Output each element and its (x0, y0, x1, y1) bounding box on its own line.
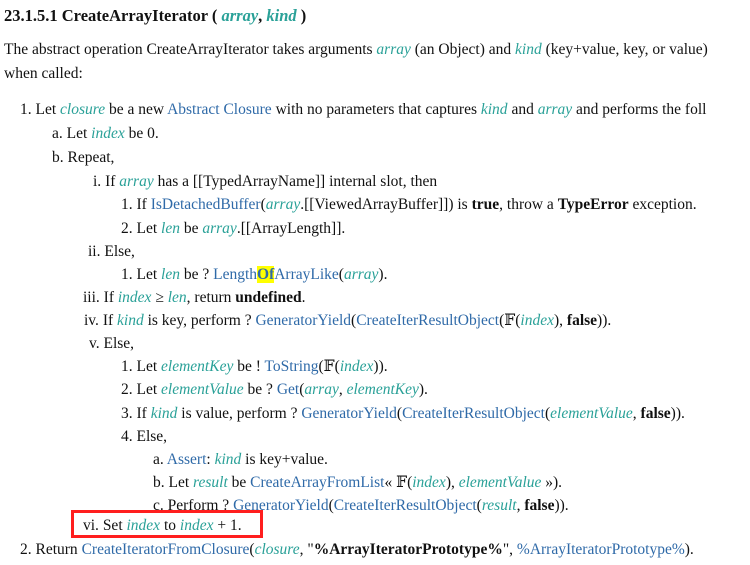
step-1: 1. Let closure be a new Abstract Closure… (20, 101, 707, 118)
link-tostring[interactable]: ToString (264, 358, 318, 375)
step-1b-v: v. Else, (89, 335, 135, 352)
link-createiteratorfromclosure[interactable]: CreateIteratorFromClosure (82, 541, 250, 558)
step-1b-i-1: 1. If IsDetachedBuffer(array.[[ViewedArr… (121, 196, 697, 213)
param-kind: kind (266, 6, 297, 25)
step-1b-v-4: 4. Else, (121, 428, 168, 445)
step-1b-ii-1: 1. Let len be ? LengthOfArrayLike(array)… (121, 266, 388, 283)
link-createiterresultobject[interactable]: CreateIterResultObject (356, 312, 499, 329)
spec-document: 23.1.5.1 CreateArrayIterator ( array, ki… (0, 0, 750, 565)
step-1b-i-2: 2. Let len be array.[[ArrayLength]]. (121, 220, 346, 237)
step-1b-v-3: 3. If kind is value, perform ? Generator… (121, 405, 685, 422)
step-1b-v-4-b: b. Let result be CreateArrayFromList« 𝔽(… (153, 474, 563, 491)
link-lengthofarraylike[interactable]: LengthOfArrayLike (213, 266, 339, 283)
link-isdetachedbuffer[interactable]: IsDetachedBuffer (151, 196, 261, 213)
step-1b-iii: iii. If index ≥ len, return undefined. (83, 289, 306, 306)
link-createiterresultobject[interactable]: CreateIterResultObject (402, 405, 545, 422)
step-1b-ii: ii. Else, (88, 243, 135, 260)
step-1b: b. Repeat, (52, 149, 115, 166)
param-array: array (221, 6, 259, 25)
step-1b-i: i. If array has a [[TypedArrayName]] int… (93, 173, 438, 190)
link-generatoryield[interactable]: GeneratorYield (301, 405, 397, 422)
link-abstract-closure[interactable]: Abstract Closure (167, 101, 272, 118)
step-1b-iv: iv. If kind is key, perform ? GeneratorY… (84, 312, 612, 329)
link-assert[interactable]: Assert (167, 451, 207, 468)
step-1a: a. Let index be 0. (52, 125, 159, 142)
search-highlight: Of (257, 266, 275, 283)
step-1b-v-4-a: a. Assert: kind is key+value. (153, 451, 328, 468)
link-createarrayfromlist[interactable]: CreateArrayFromList (250, 474, 384, 491)
intro-line-1: The abstract operation CreateArrayIterat… (4, 41, 708, 58)
link-createiterresultobject[interactable]: CreateIterResultObject (334, 497, 477, 514)
step-1b-v-1: 1. Let elementKey be ! ToString(𝔽(index)… (121, 358, 388, 375)
callout-box (71, 510, 263, 538)
link-get[interactable]: Get (277, 381, 299, 398)
section-title: CreateArrayIterator (61, 6, 208, 25)
link-arrayiteratorprototype[interactable]: %ArrayIteratorPrototype% (517, 541, 685, 558)
section-number: 23.1.5.1 (4, 6, 58, 25)
step-2: 2. Return CreateIteratorFromClosure(clos… (20, 541, 694, 558)
section-heading: 23.1.5.1 CreateArrayIterator ( array, ki… (4, 6, 307, 25)
step-1b-v-2: 2. Let elementValue be ? Get(array, elem… (121, 381, 428, 398)
link-generatoryield[interactable]: GeneratorYield (255, 312, 351, 329)
intro-line-2: when called: (4, 65, 83, 82)
